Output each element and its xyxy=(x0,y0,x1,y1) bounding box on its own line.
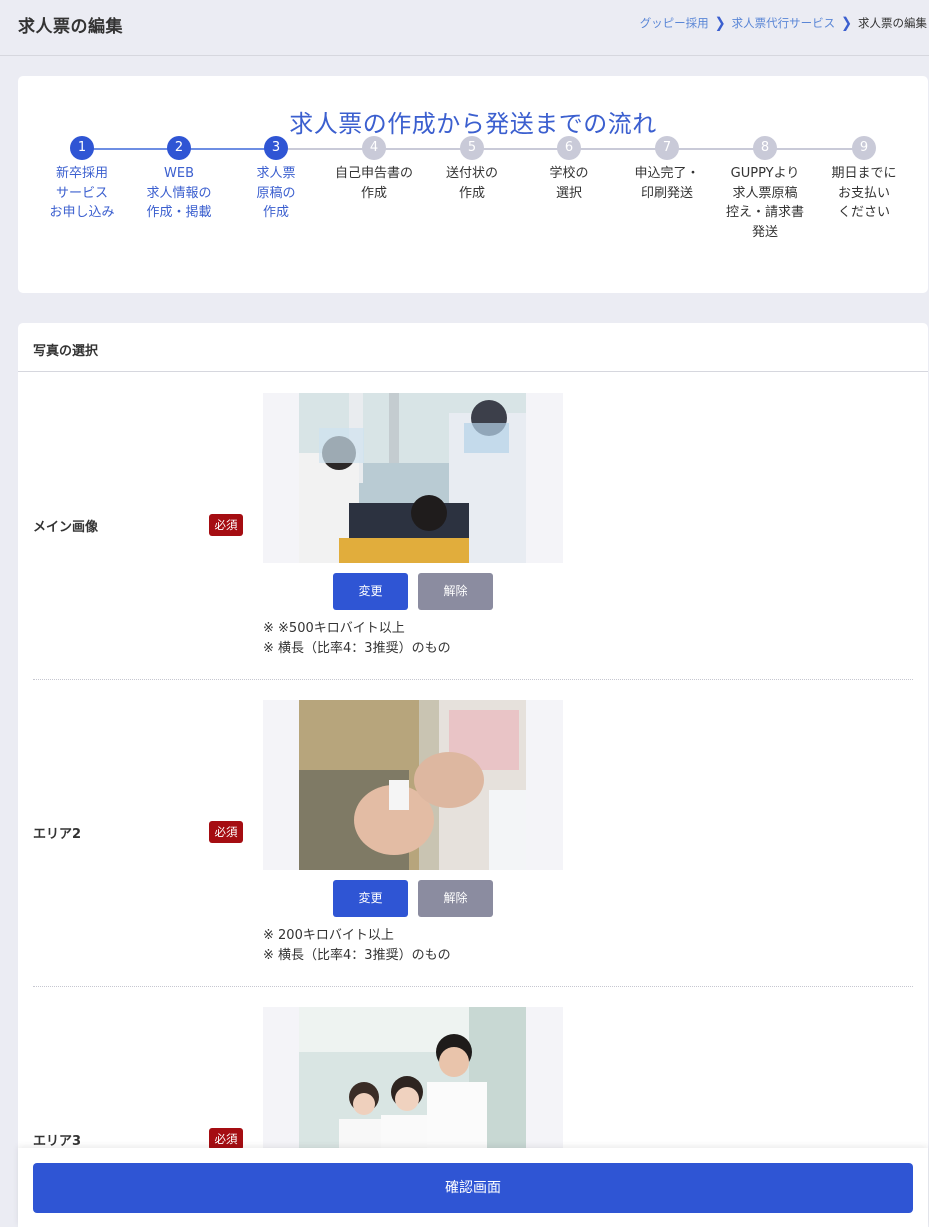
required-badge: 必須 xyxy=(209,514,243,536)
step-7: 7 申込完了・ 印刷発送 xyxy=(618,136,716,203)
step-4: 4 自己申告書の 作成 xyxy=(325,136,423,203)
step-label: 送付状の 作成 xyxy=(445,166,498,201)
chevron-right-icon: ❯ xyxy=(714,14,726,32)
page-title: 求人票の編集 xyxy=(18,17,123,37)
image-notes: ※ ※500キロバイト以上 ※ 横長（比率4：3推奨）のもの xyxy=(263,619,451,659)
step-label: 求人票 原稿の 作成 xyxy=(256,166,296,220)
step-number: 5 xyxy=(460,136,484,160)
step-2: 2 WEB 求人情報の 作成・掲載 xyxy=(130,136,228,223)
dental-instrument-photo xyxy=(299,700,526,870)
step-3: 3 求人票 原稿の 作成 xyxy=(227,136,325,223)
required-badge: 必須 xyxy=(209,1128,243,1150)
main-image-thumbnail xyxy=(263,393,563,563)
note-text: ※ 横長（比率4：3推奨）のもの xyxy=(263,948,451,963)
step-number: 2 xyxy=(167,136,191,160)
step-label: 新卒採用 サービス お申し込み xyxy=(49,166,115,220)
photo-selection-card: 写真の選択 メイン画像 必須 変更 解除 ※ ※500キロバイト以上 ※ 横長（… xyxy=(18,323,928,1227)
step-label: GUPPYより 求人票原稿 控え・請求書 発送 xyxy=(725,166,804,240)
note-text: ※ 横長（比率4：3推奨）のもの xyxy=(263,641,451,656)
step-label: WEB 求人情報の 作成・掲載 xyxy=(146,166,212,220)
area-2-thumbnail xyxy=(263,700,563,870)
chevron-right-icon: ❯ xyxy=(841,14,852,32)
step-number: 7 xyxy=(655,136,679,160)
step-6: 6 学校の 選択 xyxy=(520,136,618,203)
row-label-main-image: メイン画像 xyxy=(33,520,99,535)
flow-card: 求人票の作成から発送までの流れ 1 新卒採用 サービス お申し込み 2 WEB … xyxy=(18,76,928,293)
note-text: ※ 200キロバイト以上 xyxy=(263,928,394,943)
dental-treatment-photo xyxy=(299,393,526,563)
step-1: 1 新卒採用 サービス お申し込み xyxy=(33,136,131,223)
row-label-area-3: エリア3 xyxy=(33,1134,82,1149)
step-label: 申込完了・ 印刷発送 xyxy=(634,166,700,201)
step-label: 期日までに お支払い ください xyxy=(831,166,897,220)
flow-steps: 1 新卒採用 サービス お申し込み 2 WEB 求人情報の 作成・掲載 3 求人… xyxy=(33,136,913,276)
step-number: 6 xyxy=(557,136,581,160)
step-label: 学校の 選択 xyxy=(549,166,589,201)
row-divider xyxy=(33,679,913,680)
image-notes: ※ 200キロバイト以上 ※ 横長（比率4：3推奨）のもの xyxy=(263,926,451,966)
breadcrumb-current: 求人票の編集 xyxy=(858,16,927,30)
top-bar: 求人票の編集 グッピー採用 ❯ 求人票代行サービス ❯ 求人票の編集 xyxy=(0,0,929,56)
step-number: 1 xyxy=(70,136,94,160)
section-title: 写真の選択 xyxy=(18,323,928,372)
breadcrumb-link-guppy[interactable]: グッピー採用 xyxy=(640,15,709,31)
step-number: 8 xyxy=(753,136,777,160)
footer-bar: 確認画面 xyxy=(18,1148,928,1227)
step-number: 3 xyxy=(264,136,288,160)
row-divider xyxy=(33,986,913,987)
clear-image-button[interactable]: 解除 xyxy=(418,573,493,610)
step-5: 5 送付状の 作成 xyxy=(423,136,521,203)
breadcrumb: グッピー採用 ❯ 求人票代行サービス ❯ 求人票の編集 xyxy=(640,14,927,32)
change-image-button[interactable]: 変更 xyxy=(333,573,408,610)
step-8: 8 GUPPYより 求人票原稿 控え・請求書 発送 xyxy=(716,136,814,242)
clear-image-button[interactable]: 解除 xyxy=(418,880,493,917)
breadcrumb-link-service[interactable]: 求人票代行サービス xyxy=(732,15,836,31)
flow-title: 求人票の作成から発送までの流れ xyxy=(289,110,657,138)
change-image-button[interactable]: 変更 xyxy=(333,880,408,917)
step-number: 4 xyxy=(362,136,386,160)
required-badge: 必須 xyxy=(209,821,243,843)
row-label-area-2: エリア2 xyxy=(33,827,82,842)
step-label: 自己申告書の 作成 xyxy=(334,166,413,201)
step-9: 9 期日までに お支払い ください xyxy=(815,136,913,223)
confirm-screen-button[interactable]: 確認画面 xyxy=(33,1163,913,1213)
note-text: ※ ※500キロバイト以上 xyxy=(263,621,405,636)
step-number: 9 xyxy=(852,136,876,160)
